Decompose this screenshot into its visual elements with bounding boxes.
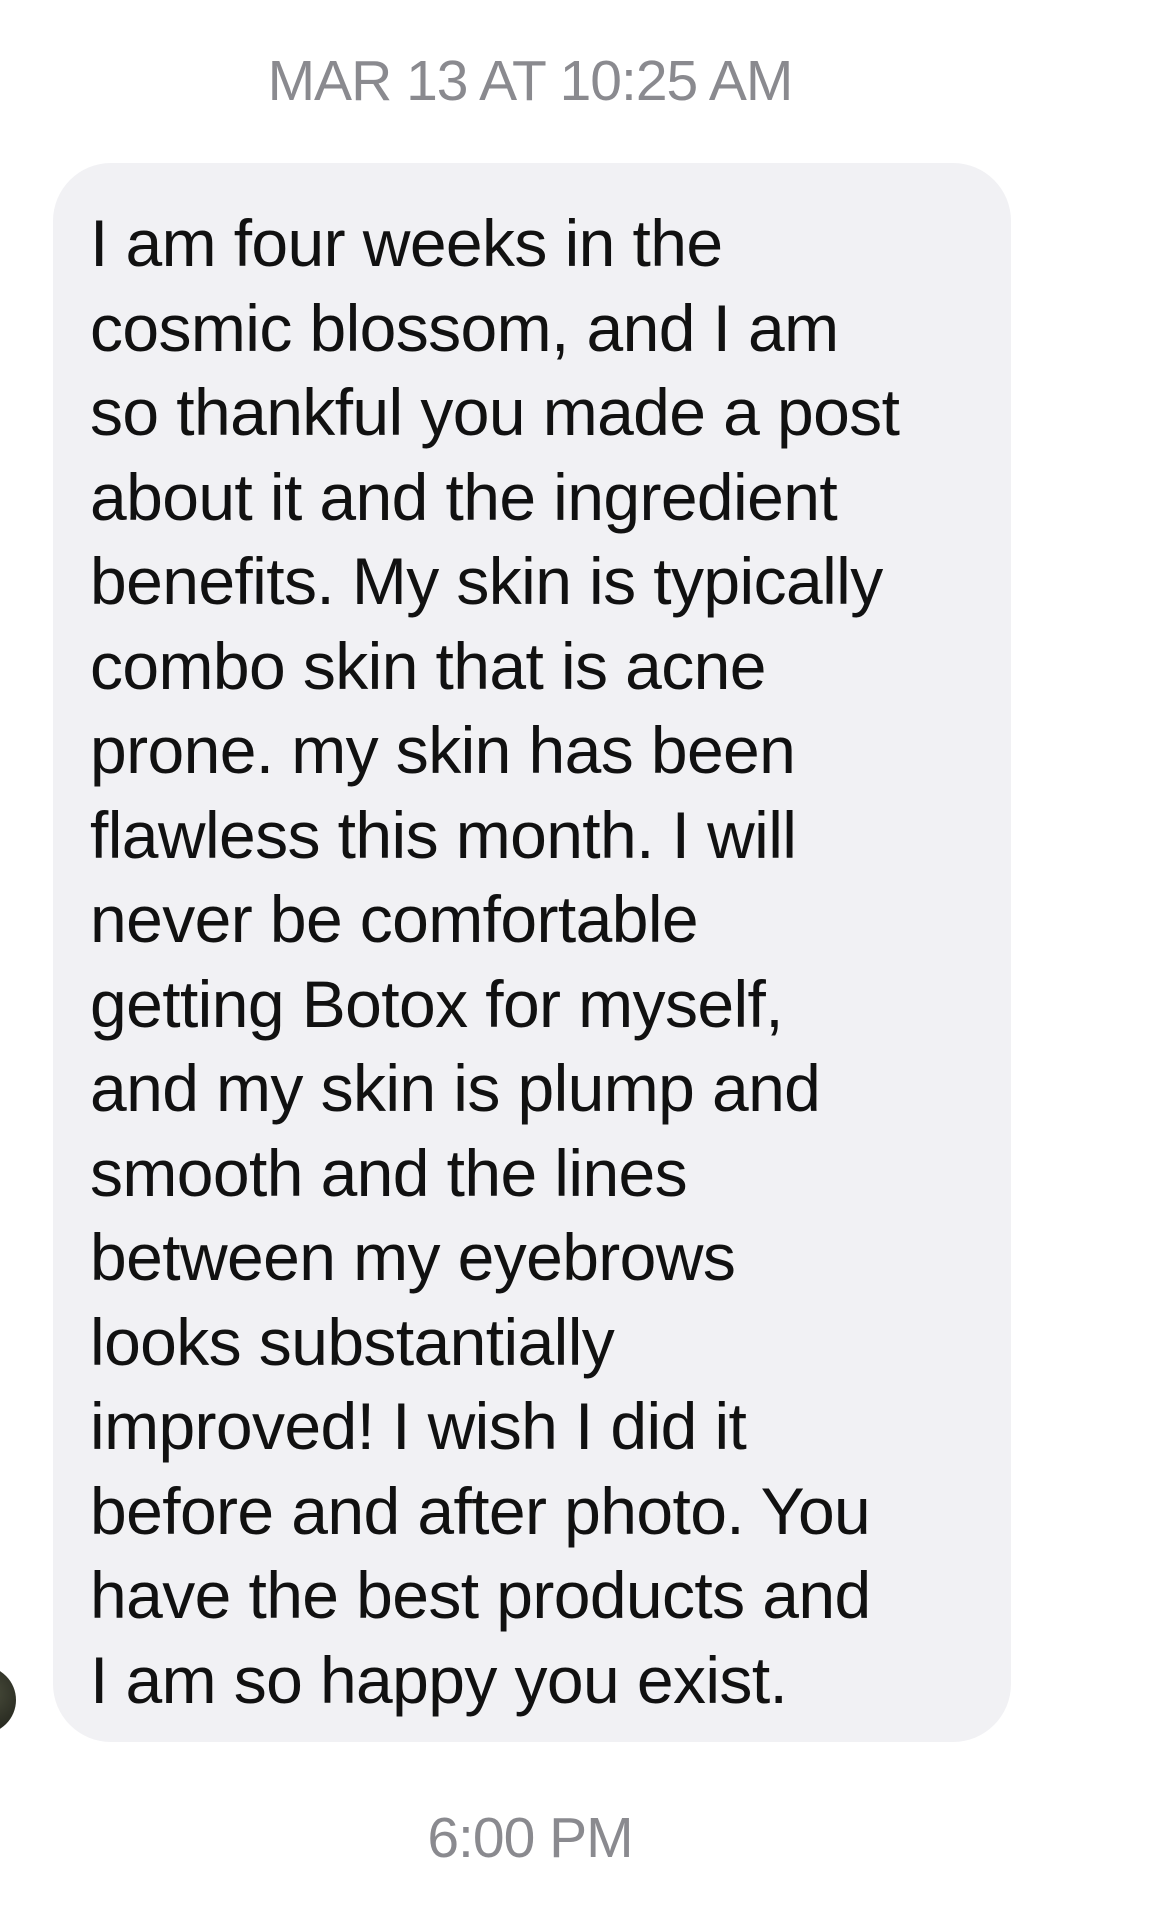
message-line: about it and the ingredient	[90, 459, 838, 534]
message-bubble[interactable]: I am four weeks in the cosmic blossom, a…	[53, 163, 1011, 1742]
message-line: I am so happy you exist.	[90, 1642, 788, 1717]
message-line: and my skin is plump and	[90, 1051, 821, 1125]
message-line: so thankful you made a post	[90, 375, 900, 449]
message-line: smooth and the lines	[90, 1135, 688, 1210]
message-line: between my eyebrows	[90, 1220, 736, 1294]
message-line: flawless this month. I will	[90, 797, 797, 872]
sender-avatar[interactable]	[0, 1666, 16, 1734]
message-line: never be comfortable	[90, 882, 699, 956]
message-line: have the best products and	[90, 1558, 871, 1632]
message-line: prone. my skin has been	[90, 713, 796, 787]
message-line: combo skin that is acne	[90, 628, 766, 703]
message-timestamp-top: MAR 13 AT 10:25 AM	[267, 49, 794, 113]
message-line: improved! I wish I did it	[90, 1389, 747, 1463]
message-text: I am four weeks in the cosmic blossom, a…	[90, 201, 981, 1722]
message-line: I am four weeks in the	[90, 206, 723, 280]
message-line: benefits. My skin is typically	[90, 544, 883, 618]
message-line: looks substantially	[90, 1304, 615, 1379]
message-line: before and after photo. You	[90, 1473, 871, 1548]
message-timestamp-bottom: 6:00 PM	[427, 1806, 633, 1870]
message-line: cosmic blossom, and I am	[90, 290, 839, 365]
message-line: getting Botox for myself,	[90, 966, 784, 1041]
